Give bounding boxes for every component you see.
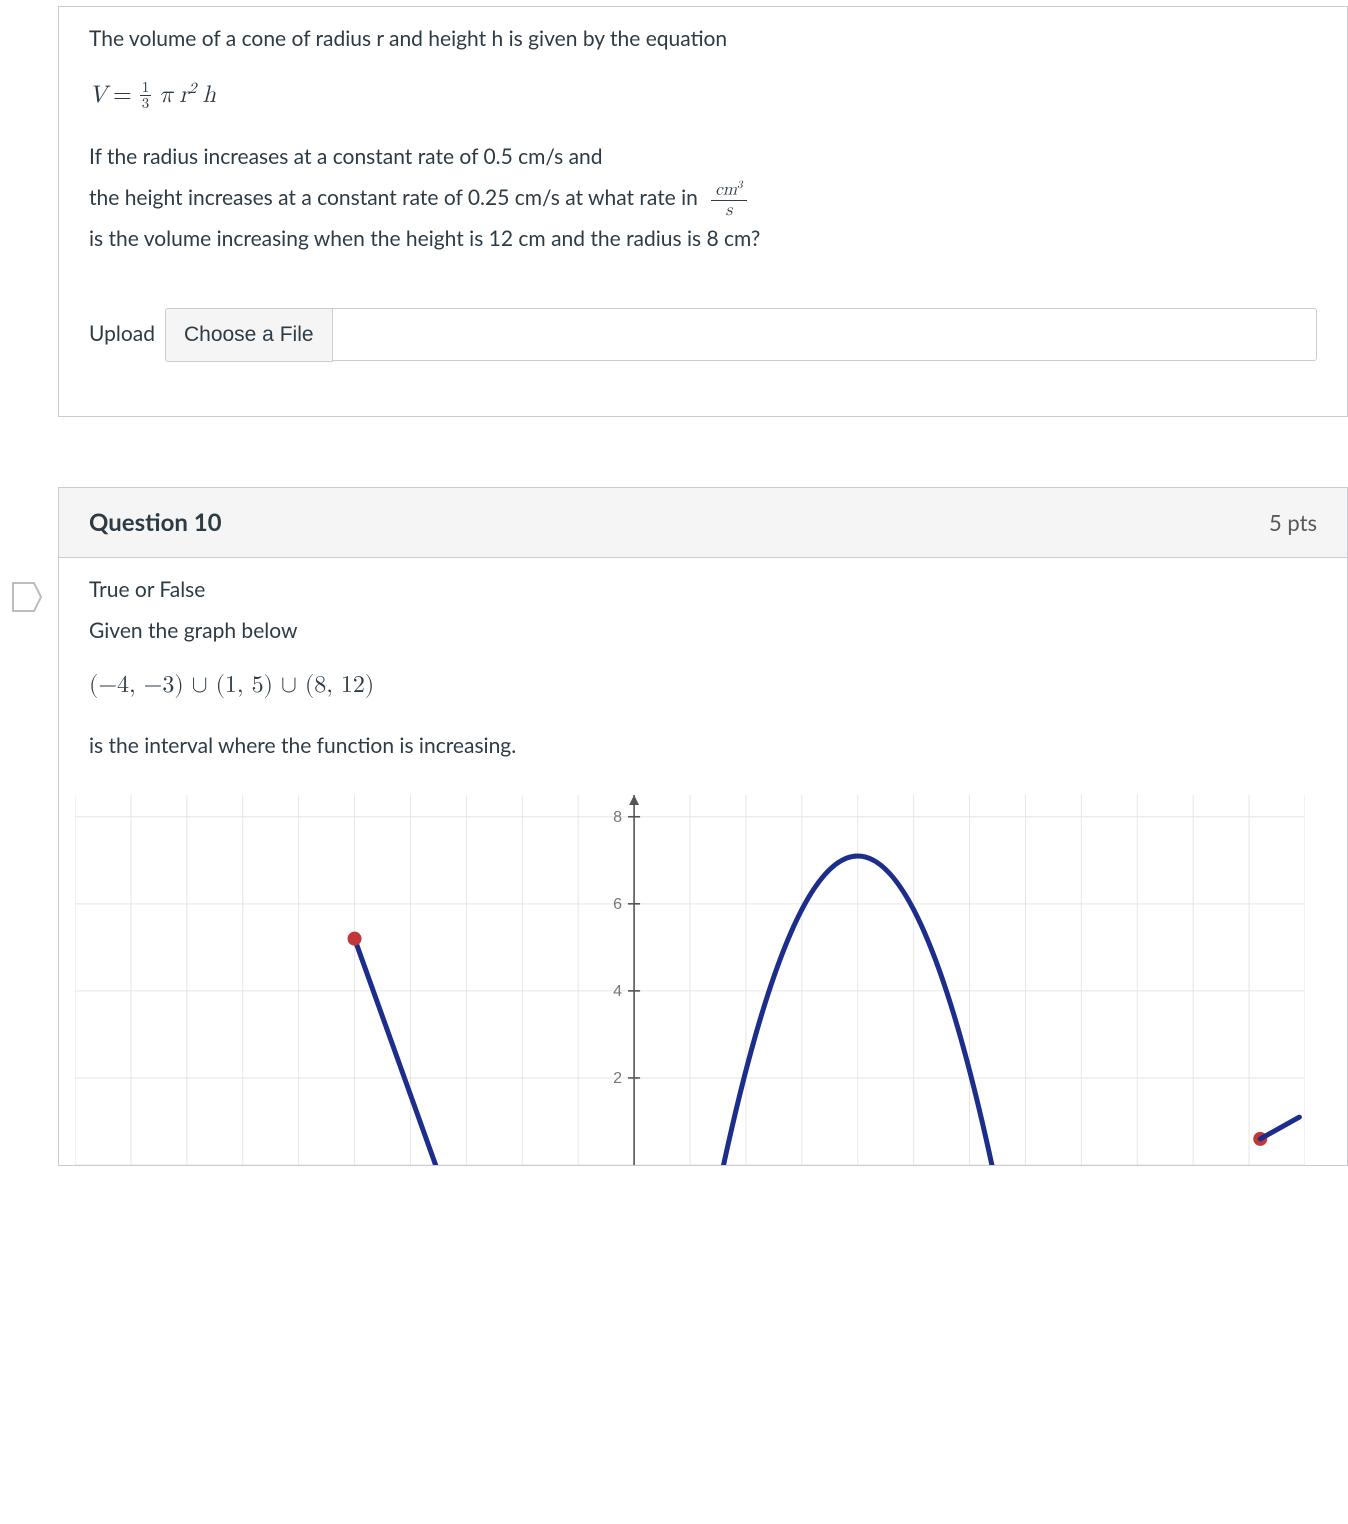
frac-den: 3 bbox=[140, 96, 152, 111]
rate-unit: cm3 s bbox=[711, 180, 746, 219]
upload-label: Upload bbox=[89, 314, 155, 355]
function-graph: 2 4 6 8 bbox=[75, 795, 1331, 1165]
svg-text:4: 4 bbox=[613, 983, 622, 1000]
question-flag-icon[interactable] bbox=[10, 580, 44, 614]
formula-one-third: 1 3 bbox=[138, 80, 154, 111]
q9-line1: The volume of a cone of radius r and hei… bbox=[89, 19, 1317, 60]
q9-line2: If the radius increases at a constant ra… bbox=[89, 137, 1317, 178]
frac-num: 1 bbox=[140, 80, 152, 96]
q9-line3-text: the height increases at a constant rate … bbox=[89, 185, 698, 210]
formula-r: r2 bbox=[179, 72, 196, 119]
formula-equals: = bbox=[113, 72, 132, 119]
svg-text:2: 2 bbox=[613, 1070, 622, 1087]
question-10-card: Question 10 5 pts True or False Given th… bbox=[58, 487, 1348, 1167]
svg-text:6: 6 bbox=[613, 896, 622, 913]
formula-pi: π bbox=[159, 72, 173, 119]
question-points: 5 pts bbox=[1269, 509, 1317, 536]
q10-intervals: (−4, −3) ∪ (1, 5) ∪ (8, 12) bbox=[89, 662, 1317, 709]
file-upload-row: Upload Choose a File bbox=[89, 308, 1317, 362]
q9-formula: V = 1 3 π r2 h bbox=[89, 72, 1317, 119]
formula-lhs: V bbox=[89, 72, 107, 119]
file-name-field[interactable] bbox=[333, 308, 1317, 361]
q10-line3: is the interval where the function is in… bbox=[89, 726, 1317, 767]
question-title: Question 10 bbox=[89, 508, 222, 537]
q9-line4: is the volume increasing when the height… bbox=[89, 219, 1317, 260]
formula-h: h bbox=[203, 72, 216, 119]
q10-line2: Given the graph below bbox=[89, 611, 1317, 652]
svg-text:8: 8 bbox=[613, 809, 622, 826]
choose-file-button[interactable]: Choose a File bbox=[165, 308, 333, 362]
question-10-header: Question 10 5 pts bbox=[59, 488, 1347, 558]
q9-line3: the height increases at a constant rate … bbox=[89, 178, 1317, 219]
question-9-card: The volume of a cone of radius r and hei… bbox=[58, 7, 1348, 417]
q10-line1: True or False bbox=[89, 570, 1317, 611]
